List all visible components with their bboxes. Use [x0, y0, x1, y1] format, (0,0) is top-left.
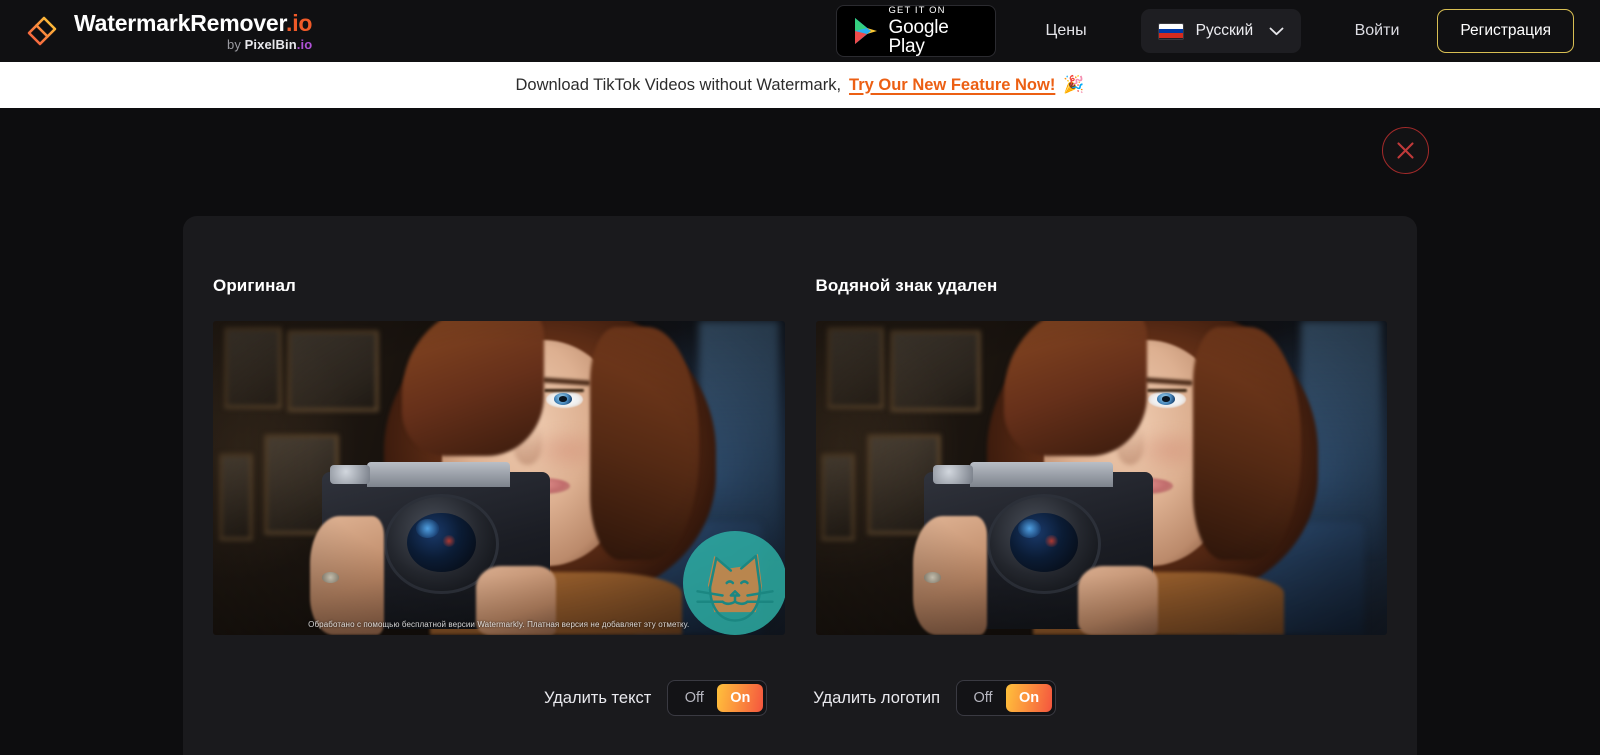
remove-text-toggle[interactable]: Off On — [667, 680, 768, 716]
promo-banner: Download TikTok Videos without Watermark… — [0, 62, 1600, 108]
eraser-icon — [26, 16, 57, 47]
remove-logo-toggle-off[interactable]: Off — [960, 684, 1006, 712]
remove-text-toggle-on[interactable]: On — [717, 684, 764, 712]
photo-scene-result — [815, 321, 1387, 635]
promo-banner-text: Download TikTok Videos without Watermark… — [515, 75, 842, 94]
login-link[interactable]: Войти — [1341, 12, 1414, 50]
header-actions: GET IT ON Google Play Цены Русский Войти… — [835, 5, 1574, 57]
result-image — [815, 321, 1387, 635]
watermark-text: Обработано с помощью бесплатной версии W… — [308, 620, 690, 629]
remove-logo-toggle-on[interactable]: On — [1006, 684, 1053, 712]
toggle-row: Удалить текст Off On Удалить логотип Off… — [213, 680, 1387, 716]
original-column: Оригинал Обработано с помощью бесплатной… — [213, 276, 785, 635]
brand-subtitle: by PixelBin.io — [227, 36, 313, 52]
google-play-triangle-icon — [854, 18, 877, 44]
promo-banner-link[interactable]: Try Our New Feature Now! — [849, 76, 1055, 95]
result-column: Водяной знак удален — [815, 276, 1387, 635]
remove-text-toggle-off[interactable]: Off — [671, 684, 717, 712]
comparison-row: Оригинал Обработано с помощью бесплатной… — [213, 216, 1387, 635]
remove-text-label: Удалить текст — [543, 688, 652, 707]
brand-logo[interactable]: WatermarkRemover.io by PixelBin.io — [22, 11, 312, 52]
google-play-button[interactable]: GET IT ON Google Play — [835, 5, 996, 57]
russia-flag-icon — [1157, 22, 1184, 40]
original-title: Оригинал — [213, 276, 296, 295]
google-play-text: GET IT ON Google Play — [889, 6, 979, 57]
signup-button[interactable]: Регистрация — [1437, 9, 1574, 53]
site-header: WatermarkRemover.io by PixelBin.io GET I… — [0, 0, 1600, 62]
brand-text: WatermarkRemover.io by PixelBin.io — [74, 11, 312, 52]
remove-logo-toggle-group: Удалить логотип Off On — [813, 680, 1057, 716]
party-popper-icon: 🎉 — [1063, 75, 1085, 94]
google-play-small-label: GET IT ON — [888, 4, 946, 16]
page-body: Оригинал Обработано с помощью бесплатной… — [0, 108, 1600, 755]
remove-logo-toggle[interactable]: Off On — [956, 680, 1057, 716]
remove-logo-label: Удалить логотип — [813, 688, 941, 707]
language-selector[interactable]: Русский — [1140, 9, 1301, 53]
remove-text-toggle-group: Удалить текст Off On — [543, 680, 768, 716]
google-play-big-label: Google Play — [888, 17, 949, 58]
language-label: Русский — [1195, 22, 1254, 39]
close-modal-button[interactable] — [1382, 127, 1429, 174]
original-image: Обработано с помощью бесплатной версии W… — [213, 321, 785, 635]
comparison-modal: Оригинал Обработано с помощью бесплатной… — [183, 216, 1417, 755]
brand-title: WatermarkRemover.io — [74, 9, 313, 36]
result-title: Водяной знак удален — [815, 276, 998, 295]
chevron-down-icon — [1269, 27, 1284, 35]
close-icon — [1397, 142, 1414, 159]
nav-pricing[interactable]: Цены — [1030, 12, 1103, 50]
